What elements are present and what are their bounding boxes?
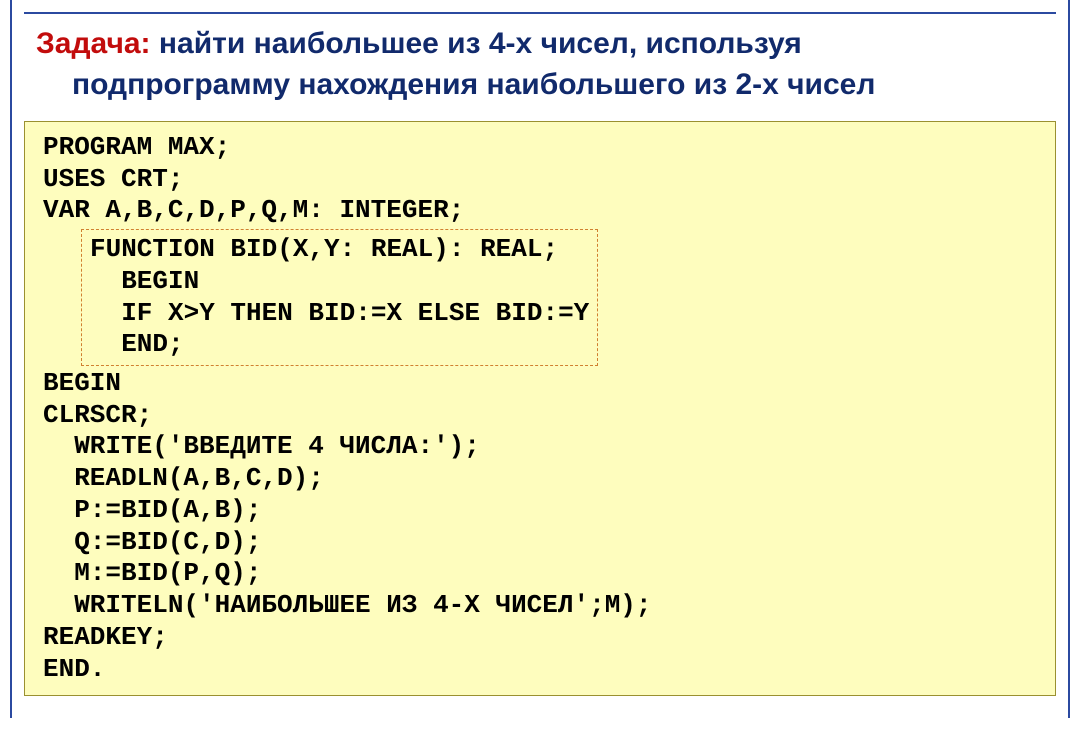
code-line-6: WRITE('ВВЕДИТЕ 4 ЧИСЛА:'); <box>43 431 1037 463</box>
code-line-9: Q:=BID(C,D); <box>43 527 1037 559</box>
code-line-5: CLRSCR; <box>43 400 1037 432</box>
code-line-2: USES CRT; <box>43 164 1037 196</box>
code-box: PROGRAM MAX; USES CRT; VAR A,B,C,D,P,Q,M… <box>24 121 1056 696</box>
slide-page: Задача: найти наибольшее из 4-х чисел, и… <box>10 0 1070 718</box>
func-line-4: END; <box>90 329 589 361</box>
func-line-2: BEGIN <box>90 266 589 298</box>
code-line-1: PROGRAM MAX; <box>43 132 1037 164</box>
task-text-line1: найти наибольшее из 4-х чисел, используя <box>151 27 802 60</box>
code-line-3: VAR A,B,C,D,P,Q,M: INTEGER; <box>43 195 1037 227</box>
task-statement: Задача: найти наибольшее из 4-х чисел, и… <box>24 24 1056 115</box>
code-line-8: P:=BID(A,B); <box>43 495 1037 527</box>
function-frame: FUNCTION BID(X,Y: REAL): REAL; BEGIN IF … <box>81 229 598 366</box>
code-line-7: READLN(A,B,C,D); <box>43 463 1037 495</box>
top-rule <box>24 12 1056 14</box>
code-line-12: READKEY; <box>43 622 1037 654</box>
code-line-4: BEGIN <box>43 368 1037 400</box>
task-label: Задача: <box>36 27 151 60</box>
code-line-13: END. <box>43 654 1037 686</box>
code-line-11: WRITELN('НАИБОЛЬШЕЕ ИЗ 4-Х ЧИСЕЛ';M); <box>43 590 1037 622</box>
code-line-10: M:=BID(P,Q); <box>43 558 1037 590</box>
func-line-3: IF X>Y THEN BID:=X ELSE BID:=Y <box>90 298 589 330</box>
func-line-1: FUNCTION BID(X,Y: REAL): REAL; <box>90 234 589 266</box>
task-text-line2: подпрограмму нахождения наибольшего из 2… <box>36 68 875 101</box>
